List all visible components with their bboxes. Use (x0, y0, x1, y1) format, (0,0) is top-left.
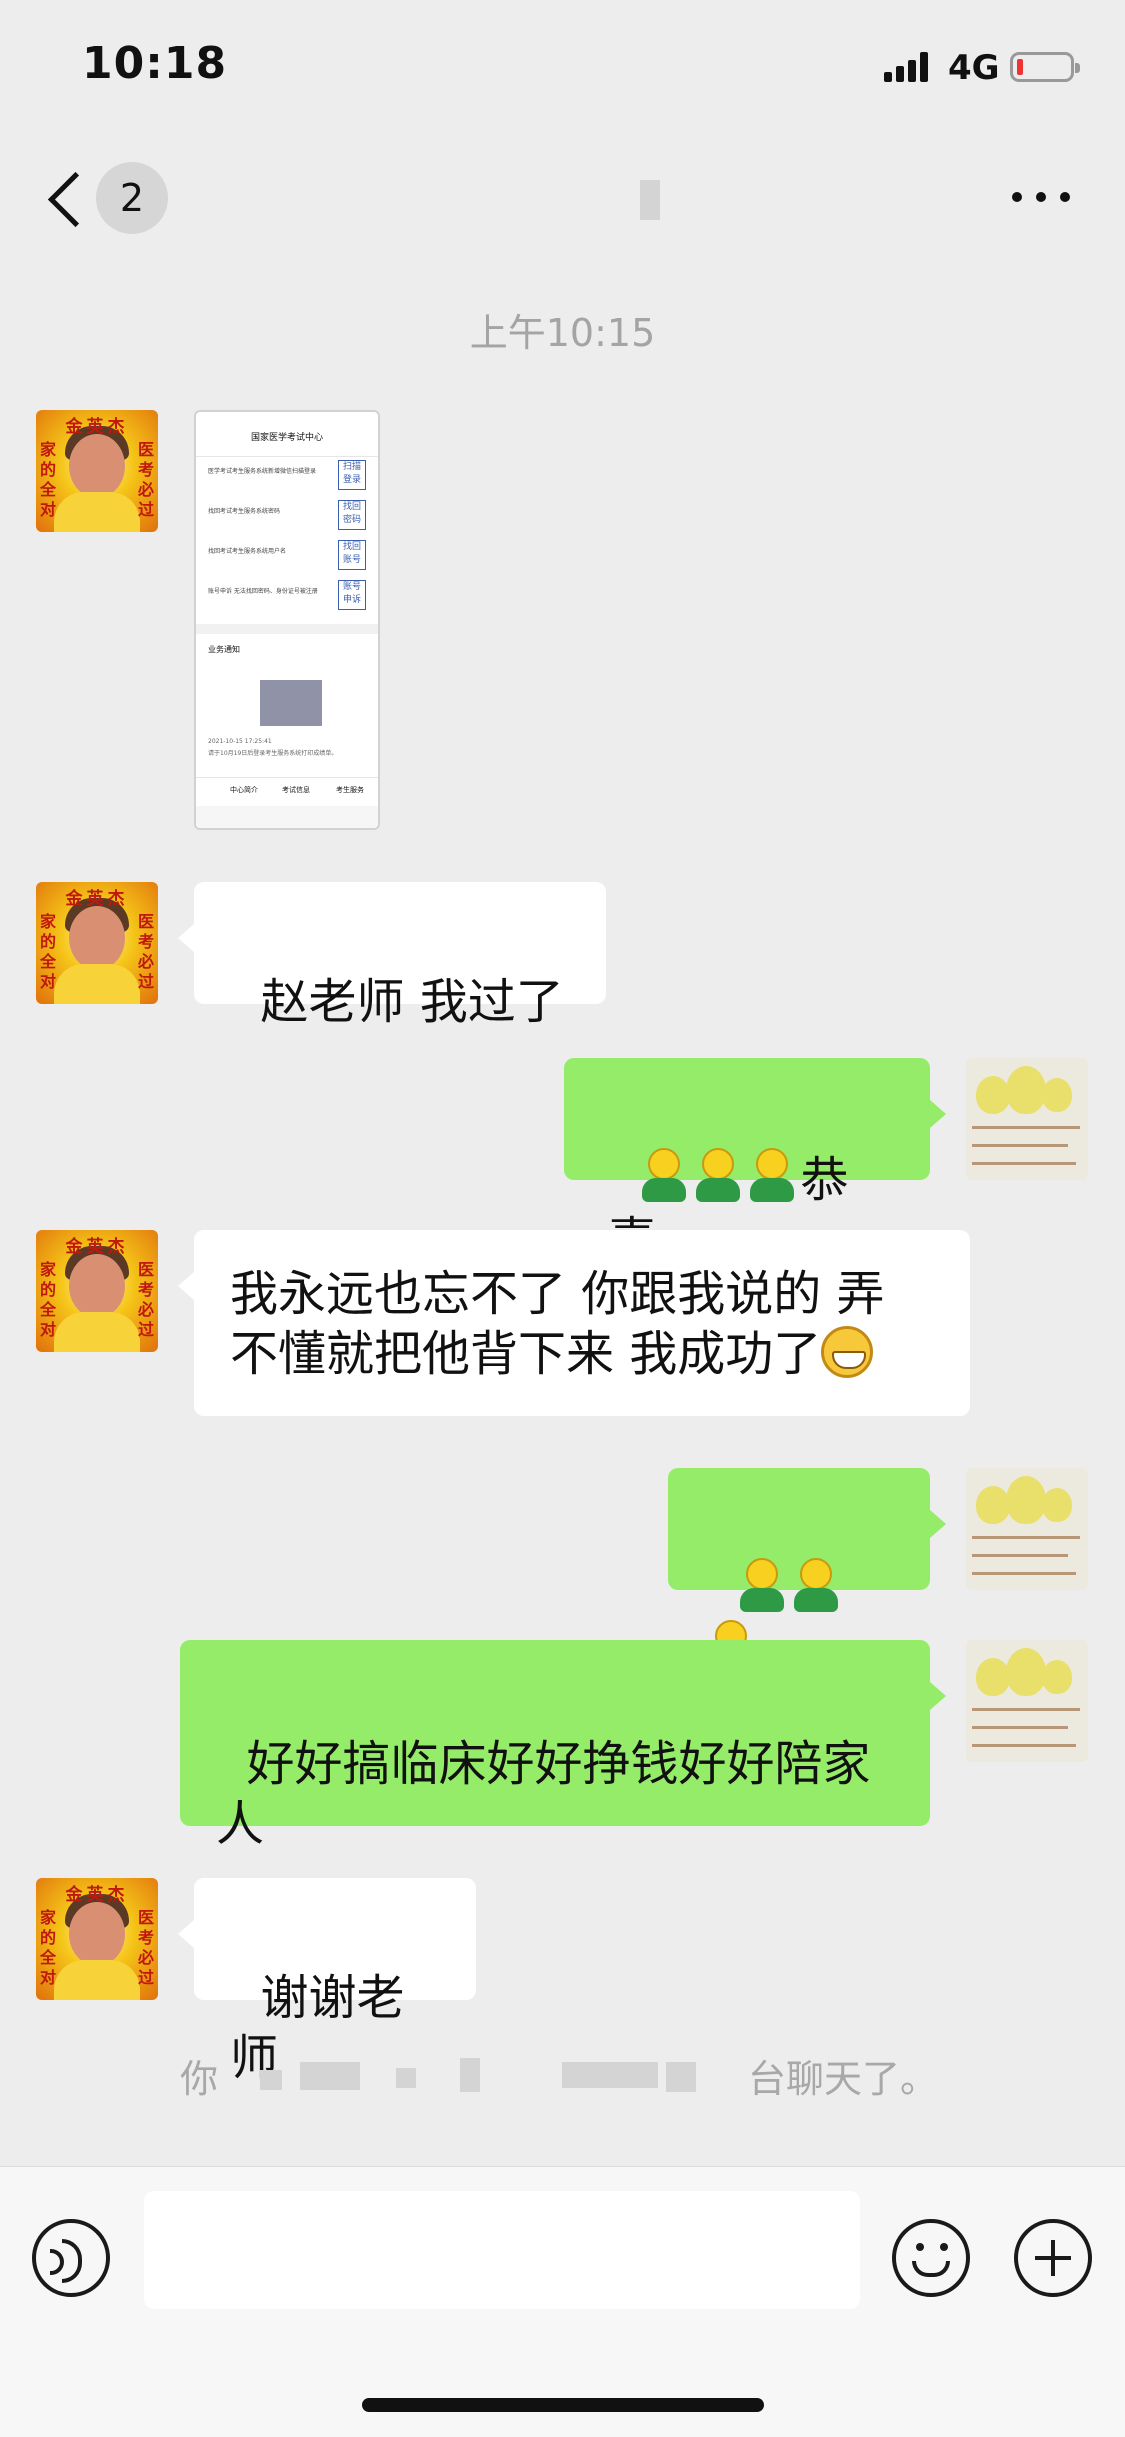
more-options-icon[interactable] (1012, 192, 1072, 206)
shared-screenshot-image[interactable]: 国家医学考试中心 医学考试考生服务系统新增微信扫描登录 扫描登录 找回考试考生服务… (194, 410, 380, 830)
chat-header: 2 (0, 150, 1125, 250)
system-message: 你 台聊天了。 (180, 2057, 939, 2101)
more-functions-icon[interactable] (1014, 2219, 1092, 2297)
my-avatar[interactable] (966, 1468, 1088, 1590)
hug-emoji-icon (639, 1148, 689, 1204)
back-button[interactable] (40, 166, 90, 236)
teacher-avatar[interactable]: 金英杰 家的全对 医考必过 (36, 410, 158, 532)
message-bubble-outgoing[interactable] (668, 1468, 946, 1674)
chat-title-redacted (640, 180, 660, 220)
hug-emoji-icon (737, 1558, 787, 1614)
hug-emoji-icon (693, 1148, 743, 1204)
grin-emoji-icon (821, 1326, 874, 1378)
message-bubble-outgoing[interactable]: 好好搞临床好好挣钱好好陪家 人 (180, 1640, 946, 1852)
message-bubble-incoming[interactable]: 我永远也忘不了 你跟我说的 弄 不懂就把他背下来 我成功了 (178, 1230, 970, 1416)
input-bar (0, 2166, 1125, 2437)
my-avatar[interactable] (966, 1058, 1088, 1180)
teacher-avatar[interactable]: 金英杰 家的全对 医考必过 (36, 1230, 158, 1352)
signal-icon (884, 52, 934, 82)
message-text: 好好搞临床好好挣钱好好陪家 人 (216, 1736, 871, 1852)
my-avatar[interactable] (966, 1640, 1088, 1762)
network-label: 4G (948, 48, 1000, 88)
message-text-line: 不懂就把他背下来 我成功了 (230, 1326, 822, 1382)
message-bubble-incoming[interactable]: 谢谢老师 (178, 1878, 476, 2086)
message-timestamp: 上午10:15 (469, 311, 656, 355)
redacted-block (260, 680, 322, 726)
message-input[interactable] (144, 2191, 860, 2309)
hug-emoji-icon (791, 1558, 841, 1614)
battery-icon (1010, 52, 1080, 82)
hug-emoji-icon (747, 1148, 797, 1204)
unread-badge[interactable]: 2 (96, 162, 168, 234)
teacher-avatar[interactable]: 金英杰 家的全对 医考必过 (36, 1878, 158, 2000)
message-bubble-outgoing[interactable]: 恭喜 (564, 1058, 946, 1268)
voice-input-icon[interactable] (32, 2219, 110, 2297)
status-time: 10:18 (82, 38, 228, 89)
message-text: 赵老师 我过了 (260, 974, 564, 1030)
home-indicator[interactable] (362, 2398, 764, 2412)
emoji-picker-icon[interactable] (892, 2219, 970, 2297)
status-bar: 10:18 4G (0, 0, 1125, 130)
message-text-line: 我永远也忘不了 你跟我说的 弄 (230, 1266, 885, 1322)
message-bubble-incoming[interactable]: 赵老师 我过了 (178, 882, 606, 1030)
teacher-avatar[interactable]: 金英杰 家的全对 医考必过 (36, 882, 158, 1004)
